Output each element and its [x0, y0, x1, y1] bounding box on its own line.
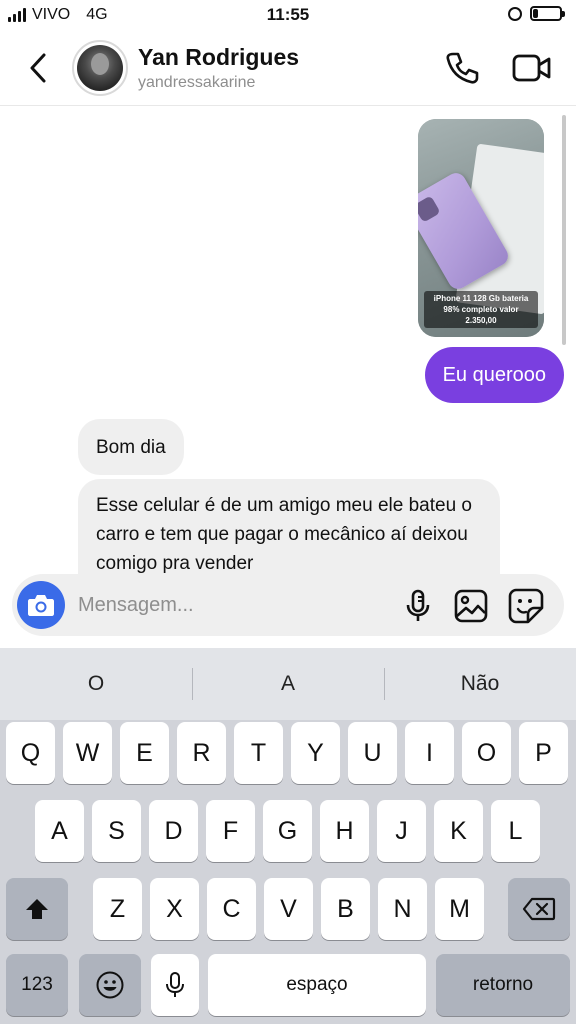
shift-key[interactable]: [6, 878, 68, 940]
status-time: 11:55: [266, 5, 310, 24]
image-message[interactable]: iPhone 11 128 Gb bateria 98% completo va…: [418, 119, 544, 337]
suggestion-3[interactable]: Não: [384, 648, 576, 720]
key-y[interactable]: Y: [291, 722, 340, 784]
key-t[interactable]: T: [234, 722, 283, 784]
gallery-button[interactable]: [454, 589, 488, 623]
key-h[interactable]: H: [320, 800, 369, 862]
key-a[interactable]: A: [35, 800, 84, 862]
return-key[interactable]: retorno: [436, 954, 570, 1016]
image-caption: iPhone 11 128 Gb bateria 98% completo va…: [424, 291, 538, 328]
message-composer: [12, 574, 564, 636]
sticker-button[interactable]: [508, 588, 544, 624]
avatar[interactable]: [72, 40, 128, 96]
key-j[interactable]: J: [377, 800, 426, 862]
camera-icon: [28, 595, 54, 616]
contact-username[interactable]: yandressakarine: [138, 74, 255, 92]
avatar-image: [77, 45, 123, 91]
key-z[interactable]: Z: [93, 878, 142, 940]
key-m[interactable]: M: [435, 878, 484, 940]
numbers-key[interactable]: 123: [6, 954, 68, 1016]
back-button[interactable]: [24, 50, 54, 86]
battery-fill: [533, 9, 539, 18]
predictive-bar: O A Não: [0, 648, 576, 720]
key-b[interactable]: B: [321, 878, 370, 940]
alarm-icon: [508, 6, 522, 21]
keyboard: O A Não 123 espaço retorno QWERTYUIOPASD…: [0, 648, 576, 1024]
camera-button[interactable]: [17, 581, 65, 629]
battery-icon: [530, 6, 565, 21]
key-n[interactable]: N: [378, 878, 427, 940]
chat-header: Yan Rodrigues yandressakarine: [0, 30, 576, 106]
scrollbar[interactable]: [562, 115, 566, 345]
phone-icon: [446, 52, 479, 84]
status-bar: VIVO 4G 11:55: [0, 0, 576, 30]
key-v[interactable]: V: [264, 878, 313, 940]
voice-message-button[interactable]: [402, 589, 434, 623]
key-l[interactable]: L: [491, 800, 540, 862]
key-s[interactable]: S: [92, 800, 141, 862]
emoji-key[interactable]: [79, 954, 141, 1016]
key-f[interactable]: F: [206, 800, 255, 862]
suggestion-2[interactable]: A: [192, 648, 384, 720]
key-g[interactable]: G: [263, 800, 312, 862]
message-input[interactable]: [78, 574, 378, 636]
shift-icon: [26, 899, 48, 919]
chevron-left-icon: [30, 53, 46, 83]
key-i[interactable]: I: [405, 722, 454, 784]
emoji-icon: [96, 971, 124, 999]
backspace-icon: [522, 897, 556, 921]
key-w[interactable]: W: [63, 722, 112, 784]
key-x[interactable]: X: [150, 878, 199, 940]
key-p[interactable]: P: [519, 722, 568, 784]
dictation-key[interactable]: [151, 954, 199, 1016]
received-message-bubble[interactable]: Esse celular é de um amigo meu ele bateu…: [78, 479, 500, 577]
received-message-bubble[interactable]: Bom dia: [78, 419, 184, 475]
space-key[interactable]: espaço: [208, 954, 426, 1016]
key-c[interactable]: C: [207, 878, 256, 940]
key-e[interactable]: E: [120, 722, 169, 784]
key-u[interactable]: U: [348, 722, 397, 784]
video-camera-icon: [512, 54, 551, 82]
sticker-icon: [508, 588, 544, 624]
status-right: [508, 6, 565, 21]
sent-message-bubble[interactable]: Eu querooo: [424, 347, 564, 403]
key-o[interactable]: O: [462, 722, 511, 784]
microphone-icon: [406, 589, 430, 621]
backspace-key[interactable]: [508, 878, 570, 940]
key-q[interactable]: Q: [6, 722, 55, 784]
contact-name[interactable]: Yan Rodrigues: [138, 44, 299, 71]
video-call-button[interactable]: [512, 52, 552, 84]
image-icon: [454, 589, 488, 623]
key-k[interactable]: K: [434, 800, 483, 862]
microphone-icon: [166, 972, 184, 997]
suggestion-1[interactable]: O: [0, 648, 192, 720]
message-list[interactable]: iPhone 11 128 Gb bateria 98% completo va…: [0, 107, 576, 577]
call-button[interactable]: [444, 50, 480, 86]
key-d[interactable]: D: [149, 800, 198, 862]
key-r[interactable]: R: [177, 722, 226, 784]
